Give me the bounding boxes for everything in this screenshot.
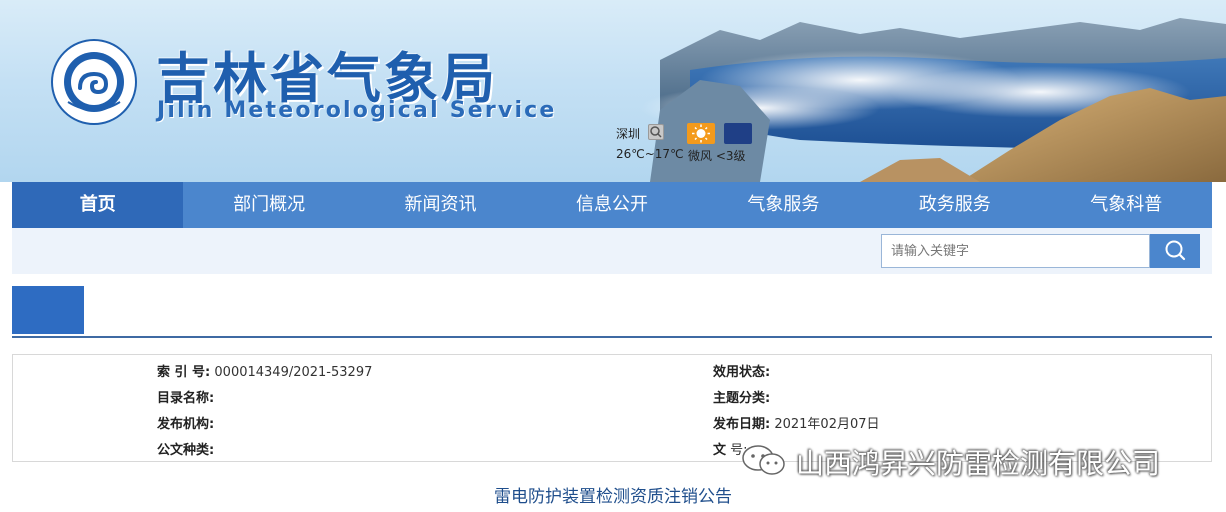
info-date: 发布日期: 2021年02月07日 [713, 413, 880, 432]
info-catalog-label: 目录名称: [157, 391, 215, 406]
search-button[interactable] [1150, 234, 1200, 268]
nav-item-department[interactable]: 部门概况 [183, 182, 354, 228]
cma-logo[interactable] [50, 38, 138, 126]
wechat-icon [742, 445, 785, 475]
watermark-text: 山西鸿昇兴防雷检测有限公司 [796, 447, 1161, 480]
nav-item-home[interactable]: 首页 [12, 182, 184, 228]
info-date-label: 发布日期: [713, 417, 771, 432]
info-index: 索 引 号: 000014349/2021-53297 [157, 361, 372, 380]
info-index-value: 000014349/2021-53297 [214, 365, 373, 380]
nav-item-info-public[interactable]: 信息公开 [526, 182, 697, 228]
info-status-label: 效用状态: [713, 365, 771, 380]
moon-icon [724, 123, 752, 144]
info-status: 效用状态: [713, 361, 770, 380]
sun-icon [687, 123, 715, 144]
section-divider [12, 336, 1212, 338]
weather-widget: 深圳 26℃~17℃ 微风 <3级 [614, 122, 764, 164]
info-doctype: 公文种类: [157, 439, 214, 458]
search-icon [1165, 240, 1186, 261]
weather-city[interactable]: 深圳 [616, 125, 640, 142]
info-publisher: 发布机构: [157, 413, 214, 432]
info-doctype-label: 公文种类: [157, 443, 215, 458]
info-catalog: 目录名称: [157, 387, 214, 406]
main-nav: 首页 部门概况 新闻资讯 信息公开 气象服务 政务服务 气象科普 [12, 182, 1212, 228]
info-docno-label: 文 [713, 443, 727, 458]
info-publisher-label: 发布机构: [157, 417, 215, 432]
nav-item-science[interactable]: 气象科普 [1041, 182, 1212, 228]
site-title-en: Jilin Meteorological Service [157, 98, 557, 123]
info-topic-label: 主题分类: [713, 391, 771, 406]
weather-temperature: 26℃~17℃ [616, 147, 684, 161]
weather-wind: 微风 <3级 [688, 149, 746, 163]
section-marker-block [12, 286, 84, 334]
info-topic: 主题分类: [713, 387, 770, 406]
nav-item-news[interactable]: 新闻资讯 [355, 182, 526, 228]
article-title: 雷电防护装置检测资质注销公告 [494, 487, 732, 507]
info-date-value: 2021年02月07日 [774, 417, 880, 432]
info-index-label: 索 引 号: [157, 365, 211, 380]
nav-item-gov-service[interactable]: 政务服务 [869, 182, 1040, 228]
city-search-icon[interactable] [648, 124, 664, 140]
search-input[interactable] [881, 234, 1150, 268]
header-banner: 吉林省气象局 Jilin Meteorological Service 深圳 2… [0, 0, 1226, 182]
nav-item-weather-service[interactable]: 气象服务 [698, 182, 869, 228]
